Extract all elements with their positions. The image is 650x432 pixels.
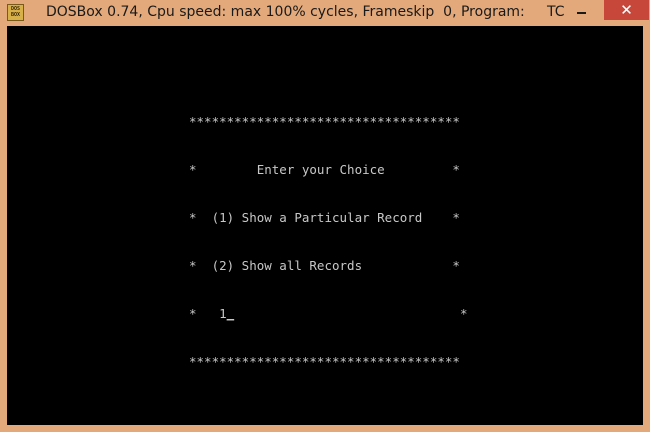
app-icon-label-bottom: BOX: [10, 12, 21, 18]
close-button[interactable]: ✕: [604, 0, 649, 20]
window-title: DOSBox 0.74, Cpu speed: max 100% cycles,…: [46, 4, 565, 20]
minimize-icon: [576, 12, 586, 14]
choice-input-value[interactable]: 1: [219, 306, 227, 321]
minimize-button[interactable]: [567, 0, 595, 20]
menu-box: ************************************ * E…: [189, 82, 467, 402]
dosbox-app-icon[interactable]: DOS BOX: [7, 4, 24, 21]
choice-input-line[interactable]: * 1_ *: [189, 306, 467, 322]
input-suffix: *: [234, 306, 468, 321]
menu-prompt: * Enter your Choice *: [189, 162, 460, 177]
menu-border-top: ************************************: [189, 114, 460, 129]
menu-option-2: * (2) Show all Records *: [189, 258, 460, 273]
close-icon: ✕: [620, 1, 633, 19]
menu-option-1: * (1) Show a Particular Record *: [189, 210, 460, 225]
input-prefix: *: [189, 306, 220, 321]
title-bar[interactable]: DOS BOX DOSBox 0.74, Cpu speed: max 100%…: [0, 0, 650, 26]
menu-border-bottom: ************************************: [189, 354, 460, 369]
dosbox-window: DOS BOX DOSBox 0.74, Cpu speed: max 100%…: [0, 0, 650, 432]
